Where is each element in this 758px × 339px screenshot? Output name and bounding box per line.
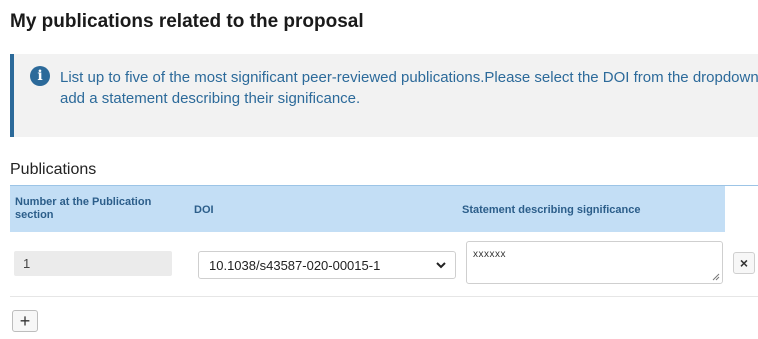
publications-table-header: Number at the Publication section DOI St… <box>10 185 725 232</box>
column-header-number: Number at the Publication section <box>15 196 152 221</box>
publications-section-label: Publications <box>10 161 97 178</box>
info-icon: i <box>30 66 50 86</box>
info-text: List up to five of the most significant … <box>60 69 758 107</box>
add-publication-button[interactable]: + <box>12 310 38 332</box>
row-divider <box>10 296 758 297</box>
chevron-down-icon <box>436 262 446 269</box>
statement-textarea[interactable]: xxxxxx <box>466 241 723 284</box>
doi-selected-value: 10.1038/s43587-020-00015-1 <box>209 258 381 273</box>
page-title: My publications related to the proposal <box>10 11 364 32</box>
info-banner: i List up to five of the most significan… <box>10 54 758 137</box>
statement-value: xxxxxx <box>473 249 506 260</box>
header-rule <box>725 185 758 186</box>
column-header-statement: Statement describing significance <box>462 204 641 216</box>
publication-number-field: 1 <box>14 251 172 276</box>
remove-row-button[interactable]: × <box>733 252 755 274</box>
doi-select[interactable]: 10.1038/s43587-020-00015-1 <box>198 251 456 279</box>
column-header-doi: DOI <box>194 204 214 216</box>
resize-handle-icon[interactable] <box>712 273 720 281</box>
